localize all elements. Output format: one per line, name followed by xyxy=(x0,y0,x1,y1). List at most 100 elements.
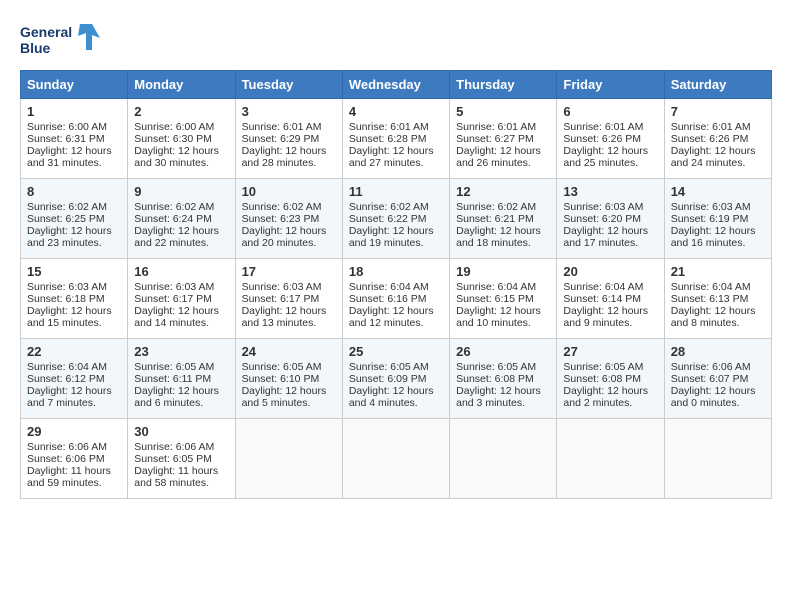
daylight-text: Daylight: 12 hours and 17 minutes. xyxy=(563,225,648,249)
calendar-row: 29Sunrise: 6:06 AMSunset: 6:06 PMDayligh… xyxy=(21,419,772,499)
sunrise-text: Sunrise: 6:05 AM xyxy=(134,361,214,373)
day-number: 8 xyxy=(27,184,121,199)
sunrise-text: Sunrise: 6:06 AM xyxy=(134,441,214,453)
daylight-text: Daylight: 12 hours and 27 minutes. xyxy=(349,145,434,169)
daylight-text: Daylight: 12 hours and 24 minutes. xyxy=(671,145,756,169)
sunrise-text: Sunrise: 6:05 AM xyxy=(456,361,536,373)
table-row: 12Sunrise: 6:02 AMSunset: 6:21 PMDayligh… xyxy=(450,179,557,259)
day-number: 23 xyxy=(134,344,228,359)
day-number: 11 xyxy=(349,184,443,199)
sunset-text: Sunset: 6:24 PM xyxy=(134,213,212,225)
day-number: 21 xyxy=(671,264,765,279)
day-number: 2 xyxy=(134,104,228,119)
col-monday: Monday xyxy=(128,71,235,99)
daylight-text: Daylight: 12 hours and 9 minutes. xyxy=(563,305,648,329)
table-row: 2 Sunrise: 6:00 AMSunset: 6:30 PMDaylight… xyxy=(128,99,235,179)
day-number: 26 xyxy=(456,344,550,359)
day-number: 16 xyxy=(134,264,228,279)
table-row: 7Sunrise: 6:01 AMSunset: 6:26 PMDaylight… xyxy=(664,99,771,179)
sunset-text: Sunset: 6:19 PM xyxy=(671,213,749,225)
page-header: General Blue xyxy=(20,20,772,60)
sunrise-text: Sunrise: 6:03 AM xyxy=(134,281,214,293)
sunset-text: Sunset: 6:29 PM xyxy=(242,133,320,145)
table-row: 29 Sunrise: 6:06 AMSunset: 6:06 PMDayligh… xyxy=(21,419,128,499)
daylight-text: Daylight: 12 hours and 4 minutes. xyxy=(349,385,434,409)
table-row: 19Sunrise: 6:04 AMSunset: 6:15 PMDayligh… xyxy=(450,259,557,339)
svg-text:Blue: Blue xyxy=(20,40,51,56)
daylight-text: Daylight: 12 hours and 12 minutes. xyxy=(349,305,434,329)
day-number: 1 xyxy=(27,104,121,119)
daylight-text: Daylight: 12 hours and 5 minutes. xyxy=(242,385,327,409)
sunset-text: Sunset: 6:30 PM xyxy=(134,133,212,145)
table-row: 17Sunrise: 6:03 AMSunset: 6:17 PMDayligh… xyxy=(235,259,342,339)
sunrise-text: Sunrise: 6:02 AM xyxy=(349,201,429,213)
logo: General Blue xyxy=(20,20,100,60)
table-row: 23 Sunrise: 6:05 AMSunset: 6:11 PMDayligh… xyxy=(128,339,235,419)
sunset-text: Sunset: 6:18 PM xyxy=(27,293,105,305)
sunrise-text: Sunrise: 6:00 AM xyxy=(134,121,214,133)
table-row: 11Sunrise: 6:02 AMSunset: 6:22 PMDayligh… xyxy=(342,179,449,259)
sunrise-text: Sunrise: 6:05 AM xyxy=(242,361,322,373)
sunset-text: Sunset: 6:22 PM xyxy=(349,213,427,225)
daylight-text: Daylight: 12 hours and 13 minutes. xyxy=(242,305,327,329)
daylight-text: Daylight: 12 hours and 14 minutes. xyxy=(134,305,219,329)
table-row: 24Sunrise: 6:05 AMSunset: 6:10 PMDayligh… xyxy=(235,339,342,419)
table-row: 14Sunrise: 6:03 AMSunset: 6:19 PMDayligh… xyxy=(664,179,771,259)
daylight-text: Daylight: 12 hours and 8 minutes. xyxy=(671,305,756,329)
day-number: 15 xyxy=(27,264,121,279)
day-number: 25 xyxy=(349,344,443,359)
sunrise-text: Sunrise: 6:01 AM xyxy=(671,121,751,133)
calendar-row: 8Sunrise: 6:02 AMSunset: 6:25 PMDaylight… xyxy=(21,179,772,259)
day-number: 10 xyxy=(242,184,336,199)
daylight-text: Daylight: 12 hours and 20 minutes. xyxy=(242,225,327,249)
sunrise-text: Sunrise: 6:03 AM xyxy=(671,201,751,213)
col-tuesday: Tuesday xyxy=(235,71,342,99)
day-number: 28 xyxy=(671,344,765,359)
sunrise-text: Sunrise: 6:05 AM xyxy=(349,361,429,373)
sunrise-text: Sunrise: 6:00 AM xyxy=(27,121,107,133)
sunset-text: Sunset: 6:08 PM xyxy=(456,373,534,385)
sunset-text: Sunset: 6:12 PM xyxy=(27,373,105,385)
sunrise-text: Sunrise: 6:01 AM xyxy=(242,121,322,133)
table-row: 10Sunrise: 6:02 AMSunset: 6:23 PMDayligh… xyxy=(235,179,342,259)
table-row xyxy=(235,419,342,499)
day-number: 12 xyxy=(456,184,550,199)
sunrise-text: Sunrise: 6:06 AM xyxy=(671,361,751,373)
sunrise-text: Sunrise: 6:01 AM xyxy=(349,121,429,133)
day-number: 13 xyxy=(563,184,657,199)
table-row: 1Sunrise: 6:00 AMSunset: 6:31 PMDaylight… xyxy=(21,99,128,179)
daylight-text: Daylight: 12 hours and 6 minutes. xyxy=(134,385,219,409)
table-row: 16Sunrise: 6:03 AMSunset: 6:17 PMDayligh… xyxy=(128,259,235,339)
sunset-text: Sunset: 6:14 PM xyxy=(563,293,641,305)
table-row: 8Sunrise: 6:02 AMSunset: 6:25 PMDaylight… xyxy=(21,179,128,259)
day-number: 6 xyxy=(563,104,657,119)
sunset-text: Sunset: 6:16 PM xyxy=(349,293,427,305)
daylight-text: Daylight: 12 hours and 0 minutes. xyxy=(671,385,756,409)
day-number: 29 xyxy=(27,424,121,439)
table-row: 26Sunrise: 6:05 AMSunset: 6:08 PMDayligh… xyxy=(450,339,557,419)
sunrise-text: Sunrise: 6:04 AM xyxy=(456,281,536,293)
sunrise-text: Sunrise: 6:06 AM xyxy=(27,441,107,453)
sunset-text: Sunset: 6:06 PM xyxy=(27,453,105,465)
sunset-text: Sunset: 6:11 PM xyxy=(134,373,211,385)
daylight-text: Daylight: 12 hours and 25 minutes. xyxy=(563,145,648,169)
sunset-text: Sunset: 6:26 PM xyxy=(671,133,749,145)
col-saturday: Saturday xyxy=(664,71,771,99)
logo-icon: General Blue xyxy=(20,20,100,60)
sunset-text: Sunset: 6:17 PM xyxy=(242,293,320,305)
sunset-text: Sunset: 6:26 PM xyxy=(563,133,641,145)
table-row: 21Sunrise: 6:04 AMSunset: 6:13 PMDayligh… xyxy=(664,259,771,339)
table-row xyxy=(664,419,771,499)
sunset-text: Sunset: 6:07 PM xyxy=(671,373,749,385)
sunrise-text: Sunrise: 6:05 AM xyxy=(563,361,643,373)
table-row: 25Sunrise: 6:05 AMSunset: 6:09 PMDayligh… xyxy=(342,339,449,419)
day-number: 9 xyxy=(134,184,228,199)
daylight-text: Daylight: 12 hours and 30 minutes. xyxy=(134,145,219,169)
daylight-text: Daylight: 11 hours and 59 minutes. xyxy=(27,465,111,489)
daylight-text: Daylight: 12 hours and 31 minutes. xyxy=(27,145,112,169)
sunrise-text: Sunrise: 6:02 AM xyxy=(27,201,107,213)
day-number: 14 xyxy=(671,184,765,199)
col-thursday: Thursday xyxy=(450,71,557,99)
daylight-text: Daylight: 12 hours and 22 minutes. xyxy=(134,225,219,249)
sunset-text: Sunset: 6:13 PM xyxy=(671,293,749,305)
